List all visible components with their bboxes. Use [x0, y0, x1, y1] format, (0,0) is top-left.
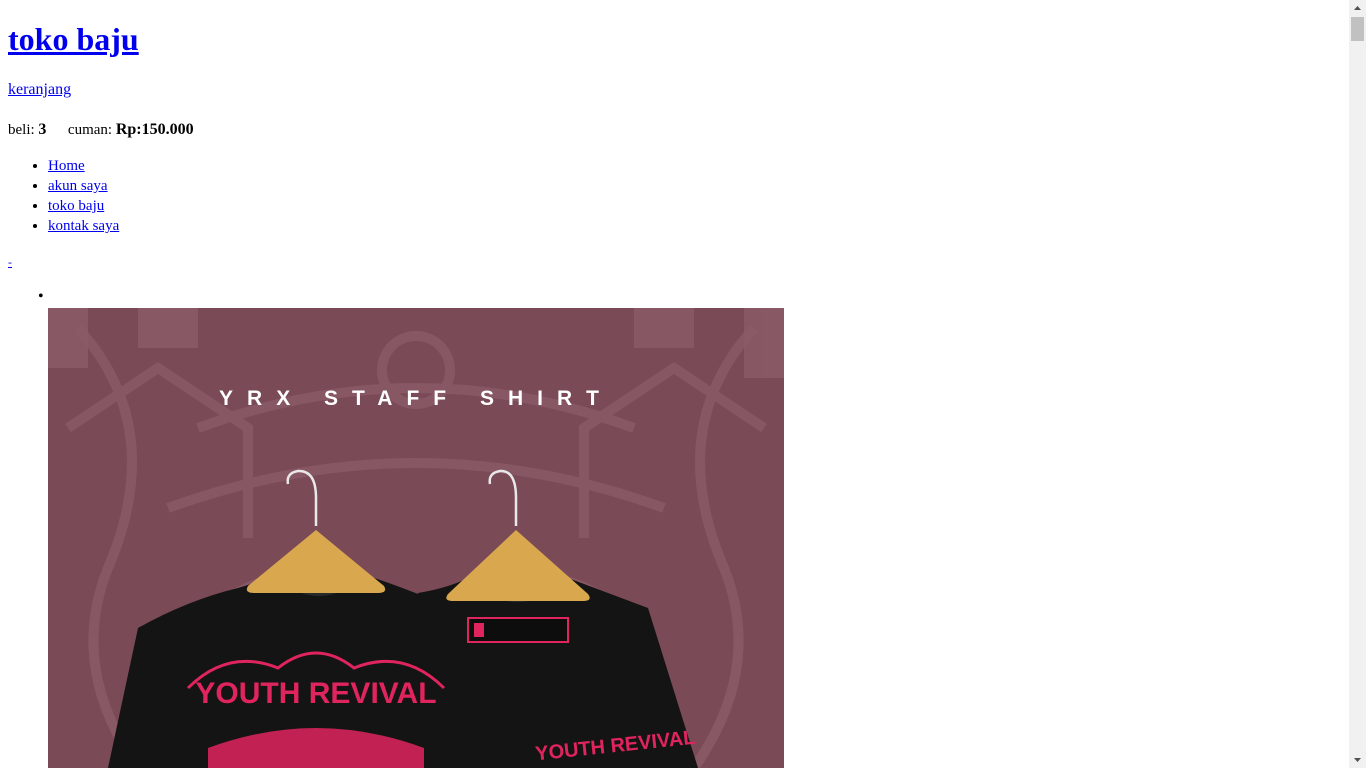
cart-total-label: cuman:: [67, 122, 113, 138]
shirt-print-front: YOUTH REVIVAL: [195, 677, 436, 710]
scrollbar-thumb[interactable]: [1351, 17, 1364, 41]
site-title: toko baju: [8, 21, 139, 58]
vertical-scrollbar[interactable]: [1349, 0, 1366, 768]
small-link[interactable]: -: [8, 255, 12, 269]
cart-count: 3: [38, 121, 47, 138]
cart-summary: beli: 3 cuman: Rp:150.000: [8, 120, 194, 140]
nav-link-toko-baju[interactable]: toko baju: [48, 198, 104, 214]
scroll-down-arrow-icon[interactable]: [1349, 751, 1366, 768]
site-title-link[interactable]: toko baju: [8, 21, 139, 57]
product-image[interactable]: YRX STAFF SHIRT YOUTH REVIVAL YOUTH REVI…: [48, 308, 784, 768]
nav-item-akun-saya: akun saya: [48, 176, 119, 196]
slider-list-bullet: •: [38, 288, 44, 305]
scroll-up-arrow-icon[interactable]: [1349, 0, 1366, 17]
cart-link[interactable]: keranjang: [8, 81, 71, 99]
nav-link-kontak-saya[interactable]: kontak saya: [48, 218, 119, 234]
nav-item-toko-baju: toko baju: [48, 196, 119, 216]
nav-link-home[interactable]: Home: [48, 158, 85, 174]
nav-item-kontak-saya: kontak saya: [48, 216, 119, 236]
banner-text: YRX STAFF SHIRT: [219, 387, 613, 410]
cart-total: Rp:150.000: [115, 121, 194, 138]
main-nav: Home akun saya toko baju kontak saya: [8, 156, 119, 236]
nav-link-akun-saya[interactable]: akun saya: [48, 178, 108, 194]
nav-item-home: Home: [48, 156, 119, 176]
cart-count-label: beli:: [8, 122, 35, 138]
